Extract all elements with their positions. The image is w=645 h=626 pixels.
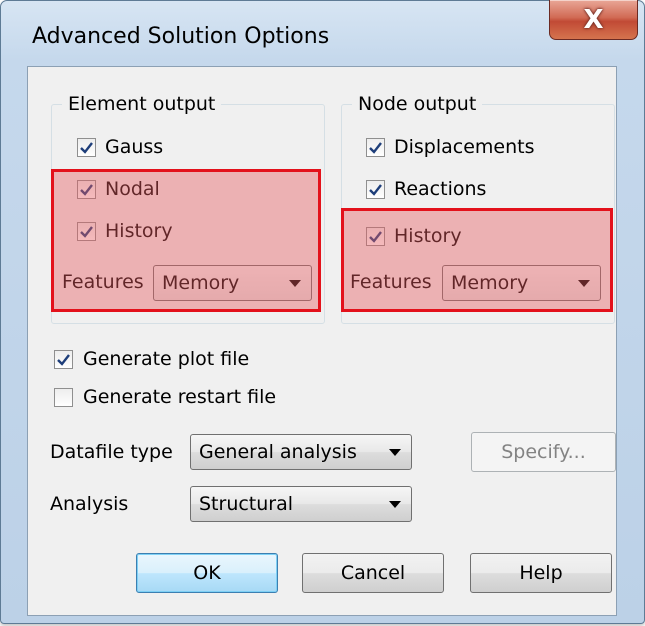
- node-output-legend: Node output: [352, 93, 483, 115]
- chevron-down-icon: [389, 501, 401, 508]
- reactions-label: Reactions: [394, 178, 487, 200]
- help-button[interactable]: Help: [470, 553, 612, 593]
- chevron-down-icon: [389, 449, 401, 456]
- datafile-type-select[interactable]: General analysis: [190, 434, 412, 470]
- element-output-legend: Element output: [62, 93, 222, 115]
- generate-plot-label: Generate plot file: [83, 348, 250, 370]
- gauss-label: Gauss: [105, 136, 164, 158]
- close-button[interactable]: X: [549, 0, 638, 40]
- displacements-checkbox[interactable]: [366, 138, 385, 157]
- check-icon: [369, 142, 382, 154]
- specify-button[interactable]: Specify...: [471, 432, 616, 472]
- cancel-button[interactable]: Cancel: [302, 553, 444, 593]
- window-title: Advanced Solution Options: [32, 24, 330, 49]
- reactions-checkbox[interactable]: [366, 180, 385, 199]
- datafile-type-label: Datafile type: [50, 441, 173, 463]
- element-highlight-box: [51, 169, 321, 312]
- close-icon: X: [583, 4, 604, 35]
- displacements-label: Displacements: [394, 136, 535, 158]
- generate-restart-label: Generate restart file: [83, 386, 277, 408]
- datafile-type-value: General analysis: [199, 441, 357, 463]
- check-icon: [57, 354, 70, 366]
- generate-plot-checkbox[interactable]: [54, 350, 73, 369]
- check-icon: [369, 184, 382, 196]
- gauss-checkbox[interactable]: [77, 138, 96, 157]
- analysis-value: Structural: [199, 493, 294, 515]
- analysis-select[interactable]: Structural: [190, 486, 412, 522]
- generate-restart-checkbox[interactable]: [54, 388, 73, 407]
- node-highlight-box: [341, 208, 613, 312]
- analysis-label: Analysis: [50, 493, 129, 515]
- check-icon: [80, 142, 93, 154]
- ok-button[interactable]: OK: [136, 553, 278, 593]
